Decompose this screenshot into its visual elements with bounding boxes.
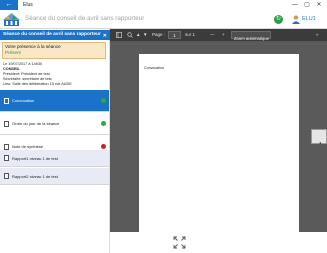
session-title: Séance du conseil de avril sans rapporte… xyxy=(0,30,110,40)
handle-grip-icon: ◂ xyxy=(319,140,322,145)
zoom-select[interactable]: Zoom automatique xyxy=(231,31,271,41)
sync-icon[interactable]: ↻ xyxy=(274,15,283,24)
fullscreen-icon[interactable] xyxy=(173,236,186,249)
viewer-footer xyxy=(110,232,327,253)
page-label: Page : xyxy=(152,32,166,37)
document-icon xyxy=(4,143,9,150)
page-number-input[interactable]: 1 xyxy=(168,31,181,39)
document-icon xyxy=(4,155,9,161)
zoom-value: Zoom automatique xyxy=(234,36,269,41)
agenda-item-convocation[interactable]: Convocation xyxy=(0,90,109,112)
window-controls: — ▢ ✕ xyxy=(289,0,325,10)
page-title: Séance du conseil de avril sans rapporte… xyxy=(25,15,145,22)
agenda-item-label: Rapport1 niveau 1 de test xyxy=(12,155,58,161)
user-icon[interactable] xyxy=(292,15,300,24)
back-button[interactable]: ← xyxy=(0,0,18,10)
pdf-viewer: ▲ ▼ Page : 1 sur 1 — + Zoom automatique … xyxy=(110,29,327,253)
session-title-text: Séance du conseil de avril sans rapporte… xyxy=(3,32,101,37)
document-text: Convocation xyxy=(144,66,164,70)
previous-page-icon[interactable]: ▲ xyxy=(136,32,140,37)
presence-box[interactable]: Votre présence à la séance Présent xyxy=(2,42,106,59)
window-titlebar: ← Elus — ▢ ✕ xyxy=(0,0,327,10)
sidebar-toggle-icon[interactable] xyxy=(116,32,122,38)
page-total: sur 1 xyxy=(185,32,196,37)
close-window-button[interactable]: ✕ xyxy=(313,0,325,10)
agenda-item-label: Rapport2 niveau 1 de test xyxy=(12,173,58,179)
maximize-button[interactable]: ▢ xyxy=(301,0,313,10)
pdf-page: Convocation xyxy=(139,54,299,253)
status-dot-icon xyxy=(101,98,106,103)
zoom-in-button[interactable]: + xyxy=(222,32,225,37)
window-title: Elus xyxy=(23,2,33,8)
user-name[interactable]: ELU1 xyxy=(302,16,316,22)
document-icon xyxy=(4,173,9,179)
next-page-icon[interactable]: ▼ xyxy=(143,32,147,37)
zoom-out-button[interactable]: — xyxy=(210,32,215,37)
app-header: Séance du conseil de avril sans rapporte… xyxy=(0,10,327,29)
close-icon[interactable]: ✕ xyxy=(103,31,107,41)
session-panel: Séance du conseil de avril sans rapporte… xyxy=(0,29,110,253)
document-icon xyxy=(4,97,9,104)
session-location: Lieu: Salle des délibération 19 rue AUDE xyxy=(3,82,72,86)
status-dot-icon xyxy=(101,121,106,126)
minimize-button[interactable]: — xyxy=(289,0,301,10)
agenda-item-label: Ordre du jour de la séance xyxy=(12,121,60,126)
agenda-item-label: Note de synthèse xyxy=(12,144,44,149)
logo-icon xyxy=(3,13,20,26)
status-dot-icon xyxy=(101,144,106,149)
agenda-item-rapport2[interactable]: Rapport2 niveau 1 de test xyxy=(0,168,109,185)
document-icon xyxy=(4,120,9,127)
presence-status: Présent xyxy=(5,50,21,55)
agenda-item-ordre-du-jour[interactable]: Ordre du jour de la séance xyxy=(0,113,109,135)
agenda-item-label: Convocation xyxy=(12,98,35,103)
search-icon[interactable] xyxy=(127,32,133,38)
agenda-item-rapport1[interactable]: Rapport1 niveau 1 de test xyxy=(0,150,109,167)
pdf-toolbar: ▲ ▼ Page : 1 sur 1 — + Zoom automatique … xyxy=(110,29,327,41)
session-info: Le 19/07/2017 à 14h30 CONSEIL Président:… xyxy=(3,62,107,87)
more-tools-icon[interactable]: » xyxy=(316,32,319,37)
